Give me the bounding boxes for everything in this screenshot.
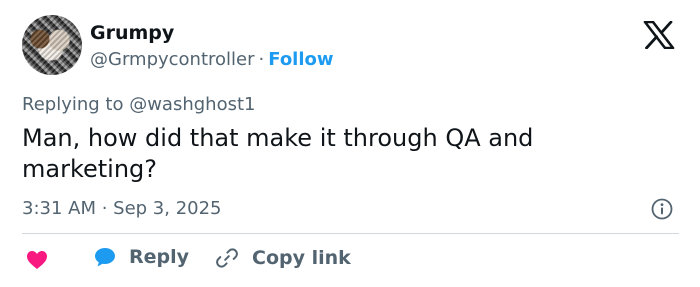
timestamp[interactable]: 3:31 AM · Sep 3, 2025: [22, 198, 222, 219]
action-bar: Reply Copy link: [22, 246, 682, 274]
author-handle-row: @Grmpycontroller · Follow: [90, 49, 334, 70]
tweet-text: Man, how did that make it through QA and…: [22, 124, 534, 183]
avatar[interactable]: [22, 15, 82, 75]
divider: [22, 233, 679, 234]
follow-button[interactable]: Follow: [268, 49, 333, 70]
replying-to-label: Replying to @washghost1: [22, 94, 256, 115]
reply-button[interactable]: Reply: [93, 246, 189, 268]
reply-label: Reply: [129, 246, 190, 268]
author-handle[interactable]: @Grmpycontroller: [90, 49, 255, 70]
separator-dot: ·: [258, 49, 265, 70]
copy-link-label: Copy link: [252, 247, 351, 269]
copy-link-button[interactable]: Copy link: [215, 246, 351, 270]
link-icon: [216, 248, 238, 268]
author-display-name[interactable]: Grumpy: [90, 22, 174, 44]
speech-bubble-icon: [95, 248, 115, 267]
heart-icon[interactable]: [26, 250, 48, 270]
info-icon[interactable]: [651, 198, 673, 220]
x-logo-icon[interactable]: [643, 21, 675, 49]
